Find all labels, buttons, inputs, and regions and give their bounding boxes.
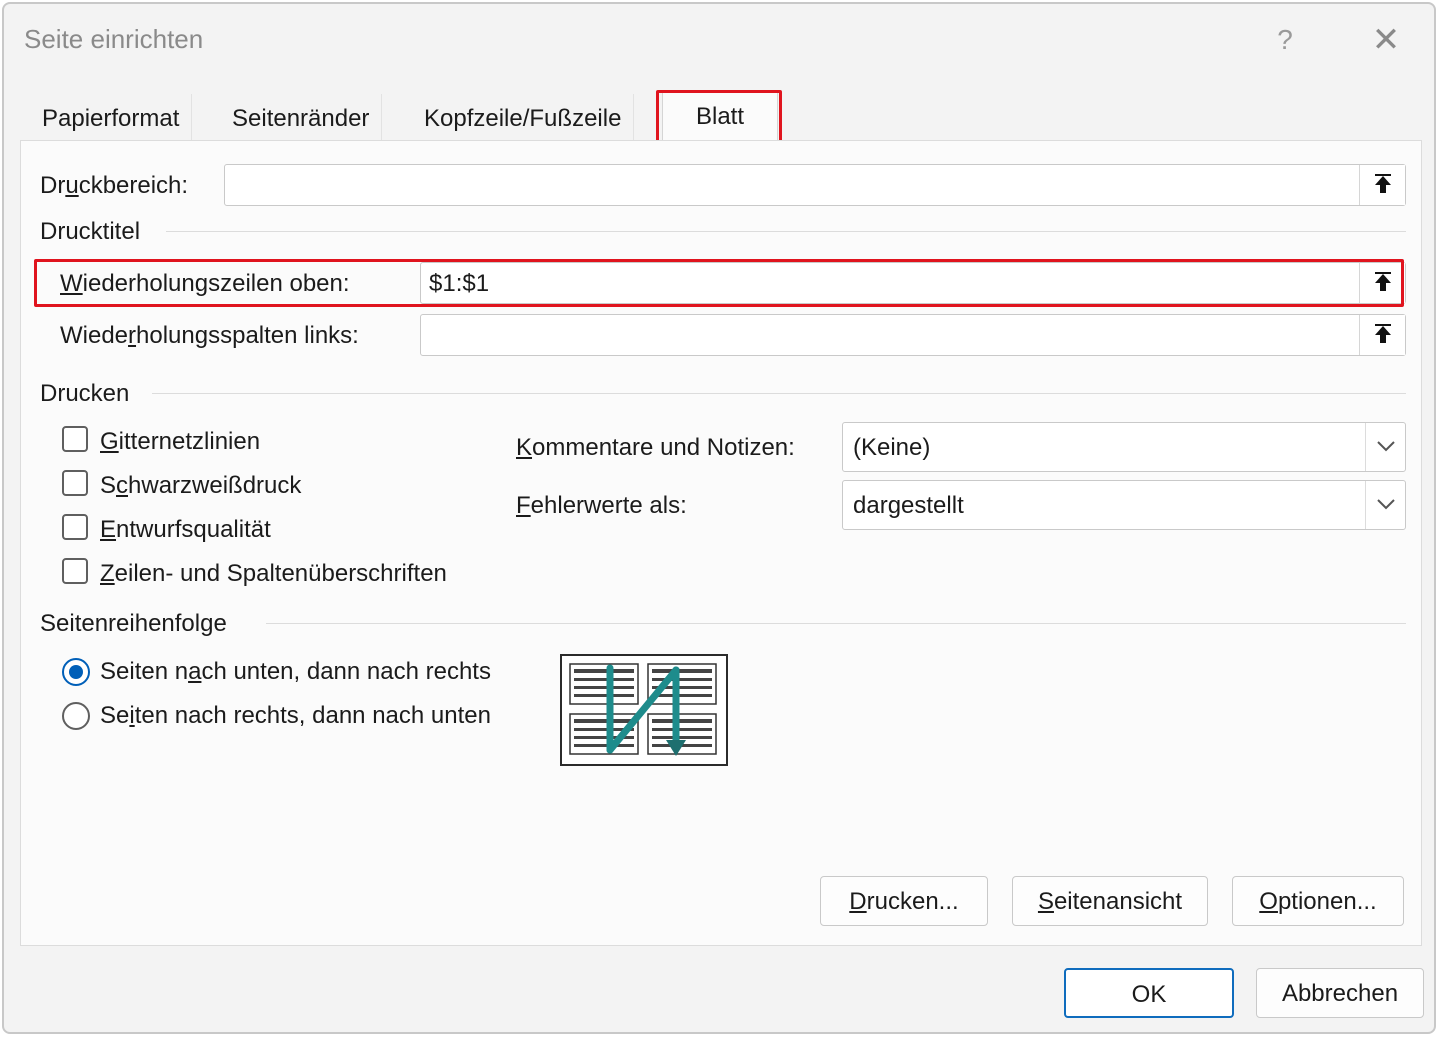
ok-button[interactable]: OK: [1064, 968, 1234, 1018]
print-titles-divider: [166, 231, 1406, 232]
print-area-label: Druckbereich:: [40, 172, 189, 199]
checkbox-black-white[interactable]: [62, 470, 88, 496]
page-setup-dialog: Seite einrichten ? ✕ Papierformat Seiten…: [2, 2, 1436, 1034]
page-order-icon: [569, 663, 717, 756]
draft-quality-label: Entwurfsqualität: [100, 516, 271, 543]
close-icon: ✕: [1371, 21, 1401, 59]
print-area-field[interactable]: [224, 164, 1406, 206]
cancel-button[interactable]: Abbrechen: [1256, 968, 1424, 1018]
page-order-divider: [266, 623, 1406, 624]
page-order-heading: Seitenreihenfolge: [40, 610, 227, 637]
errors-value: dargestellt: [853, 492, 964, 519]
print-heading: Drucken: [40, 380, 130, 407]
checkbox-draft-quality[interactable]: [62, 514, 88, 540]
black-white-label: Schwarzweißdruck: [100, 472, 302, 499]
chevron-down-icon: [1377, 441, 1395, 452]
checkbox-row-col-headings[interactable]: [62, 558, 88, 584]
repeat-rows-highlight-box: [34, 259, 1404, 307]
comments-label: Kommentare und Notizen:: [516, 434, 795, 461]
chevron-down-icon: [1377, 499, 1395, 510]
page-order-preview-image: [560, 654, 728, 766]
errors-label: Fehlerwerte als:: [516, 492, 687, 519]
print-titles-heading: Drucktitel: [40, 218, 141, 245]
title-bar: Seite einrichten ? ✕: [4, 4, 1434, 74]
options-button[interactable]: Optionen...: [1232, 876, 1404, 926]
radio-down-then-over[interactable]: [62, 658, 90, 686]
print-area-collapse-button[interactable]: [1359, 165, 1405, 205]
repeat-cols-field[interactable]: [420, 314, 1406, 356]
collapse-arrow-icon: [1374, 174, 1391, 193]
tab-papierformat[interactable]: Papierformat: [30, 94, 193, 142]
print-preview-button[interactable]: Seitenansicht: [1012, 876, 1208, 926]
row-col-headings-label: Zeilen- und Spaltenüberschriften: [100, 560, 447, 587]
tab-highlight-box: [656, 90, 782, 146]
print-divider: [152, 393, 1406, 394]
collapse-arrow-icon: [1374, 324, 1391, 343]
errors-dropdown[interactable]: dargestellt: [842, 480, 1406, 530]
comments-value: (Keine): [853, 434, 931, 461]
dialog-title: Seite einrichten: [24, 24, 204, 54]
tab-kopfzeile-fusszeile[interactable]: Kopfzeile/Fußzeile: [412, 94, 635, 142]
tab-seitenraender[interactable]: Seitenränder: [220, 94, 383, 142]
over-then-down-label: Seiten nach rechts, dann nach unten: [100, 702, 491, 729]
checkbox-gridlines[interactable]: [62, 426, 88, 452]
close-button[interactable]: ✕: [1364, 18, 1408, 62]
help-button[interactable]: ?: [1270, 20, 1300, 60]
repeat-cols-collapse-button[interactable]: [1359, 315, 1405, 355]
comments-dropdown-button[interactable]: [1365, 423, 1405, 471]
errors-dropdown-button[interactable]: [1365, 481, 1405, 529]
radio-over-then-down[interactable]: [62, 702, 90, 730]
down-then-over-label: Seiten nach unten, dann nach rechts: [100, 658, 491, 685]
gridlines-label: Gitternetzlinien: [100, 428, 261, 455]
repeat-cols-label: Wiederholungsspalten links:: [60, 322, 359, 349]
comments-dropdown[interactable]: (Keine): [842, 422, 1406, 472]
print-button[interactable]: Drucken...: [820, 876, 988, 926]
